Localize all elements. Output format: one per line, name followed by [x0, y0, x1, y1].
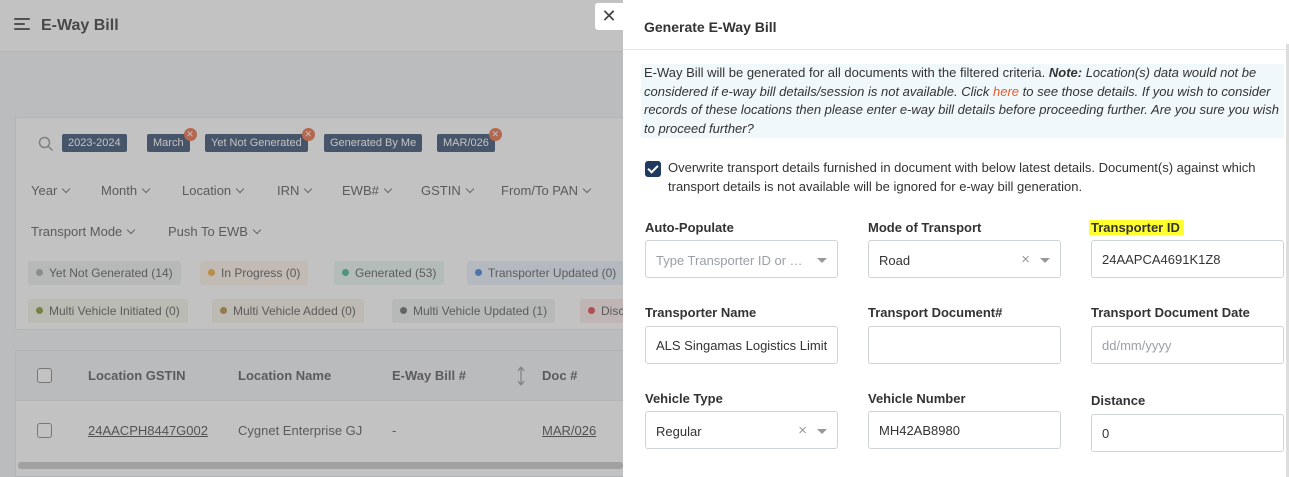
vehicle-type-value: Regular — [656, 424, 702, 439]
close-drawer-button[interactable]: ✕ — [595, 3, 623, 30]
transporter-name-label: Transporter Name — [645, 305, 757, 320]
overwrite-label: Overwrite transport details furnished in… — [668, 160, 1256, 194]
info-note: E-Way Bill will be generated for all doc… — [641, 64, 1284, 138]
caret-down-icon — [1040, 258, 1050, 263]
transport-document-label: Transport Document# — [868, 305, 1003, 320]
distance-label: Distance — [1091, 393, 1146, 408]
overwrite-checkbox[interactable] — [645, 161, 661, 177]
clear-icon[interactable]: × — [1021, 251, 1030, 268]
caret-down-icon — [817, 258, 827, 263]
caret-down-icon — [817, 429, 827, 434]
generate-ewb-drawer: Generate E-Way Bill E-Way Bill will be g… — [623, 0, 1289, 477]
distance-input[interactable] — [1091, 414, 1284, 452]
auto-populate-select[interactable]: Type Transporter ID or T... — [645, 240, 838, 278]
close-icon: ✕ — [601, 6, 617, 26]
clear-icon[interactable]: × — [798, 422, 807, 439]
transporter-id-label: Transporter ID — [1089, 220, 1184, 235]
vehicle-number-input[interactable] — [868, 411, 1061, 449]
drawer-header: Generate E-Way Bill — [623, 0, 1289, 50]
mode-of-transport-select[interactable]: Road × — [868, 240, 1061, 278]
vehicle-number-label: Vehicle Number — [868, 391, 966, 406]
drawer-title: Generate E-Way Bill — [644, 19, 777, 35]
transport-document-date-input[interactable] — [1091, 326, 1284, 364]
mode-of-transport-label: Mode of Transport — [868, 220, 982, 235]
transporter-id-input[interactable] — [1091, 240, 1284, 278]
vehicle-type-label: Vehicle Type — [645, 391, 723, 406]
mode-of-transport-value: Road — [879, 253, 911, 268]
auto-populate-placeholder: Type Transporter ID or T... — [656, 253, 806, 268]
transport-document-date-label: Transport Document Date — [1091, 305, 1250, 320]
vehicle-type-select[interactable]: Regular × — [645, 411, 838, 449]
here-link[interactable]: here — [993, 84, 1019, 99]
auto-populate-label: Auto-Populate — [645, 220, 734, 235]
transporter-name-input[interactable] — [645, 326, 838, 364]
transport-document-input[interactable] — [868, 326, 1061, 364]
modal-backdrop[interactable] — [0, 0, 623, 477]
